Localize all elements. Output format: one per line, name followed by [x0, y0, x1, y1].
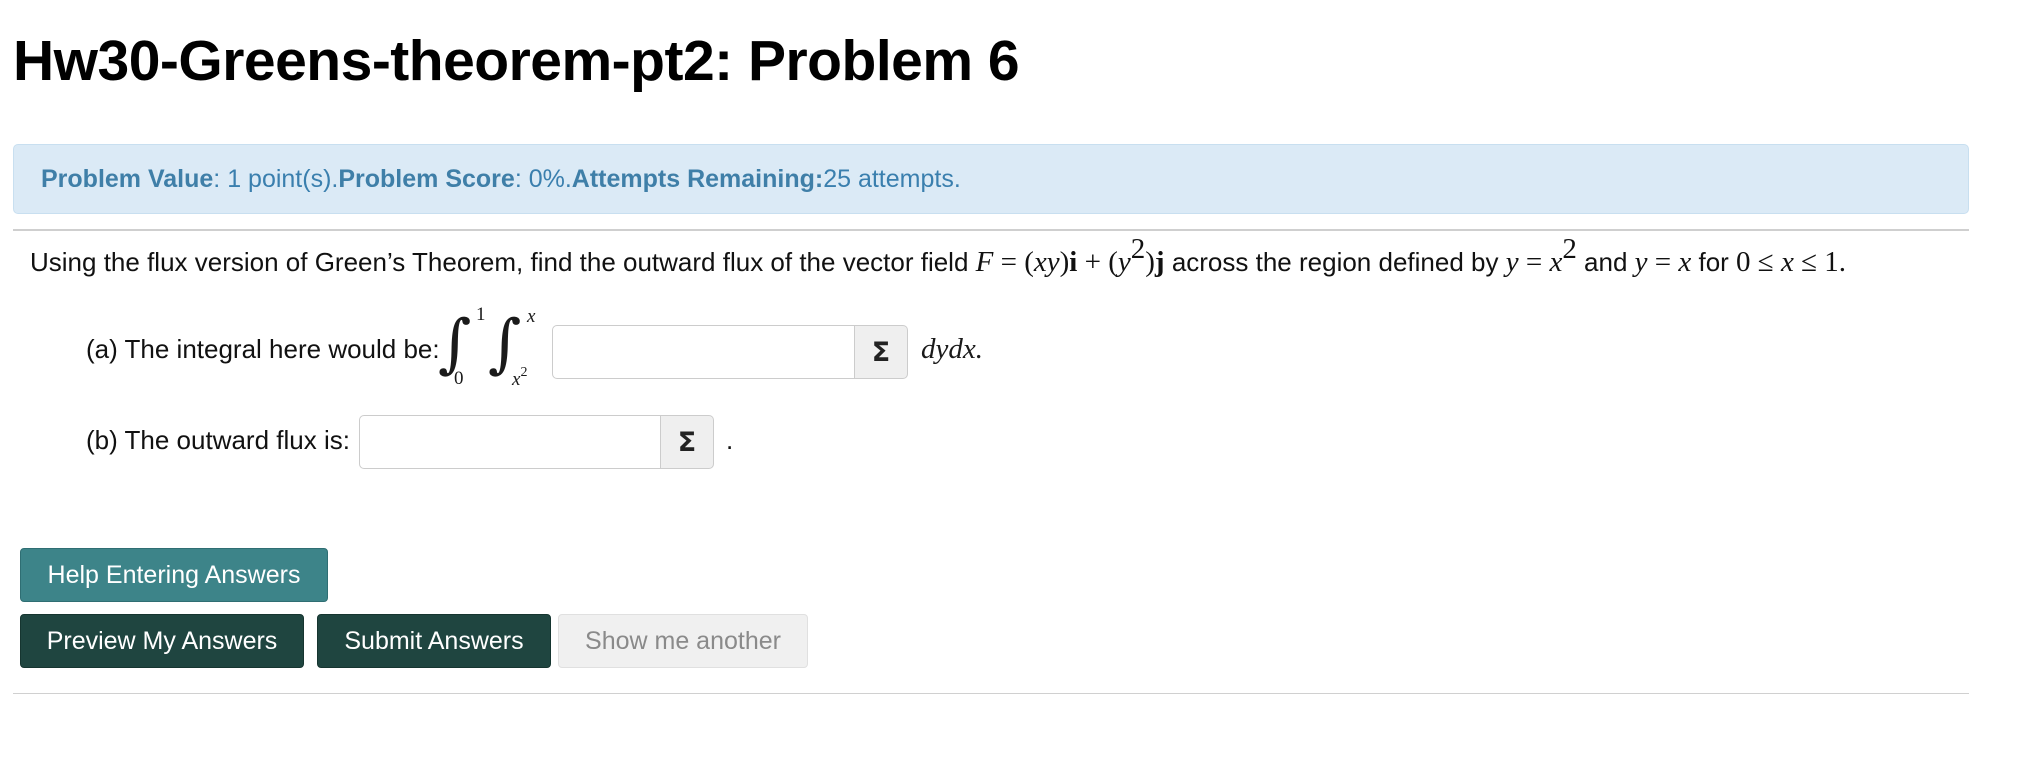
outer-upper-limit: 1: [476, 304, 486, 325]
problem-value-label: Problem Value: [41, 164, 214, 193]
page-title: Hw30-Greens-theorem-pt2: Problem 6: [13, 29, 1020, 93]
outer-integral-sign: ∫: [438, 307, 472, 381]
sigma-icon: Σ: [871, 336, 891, 368]
part-b-label: (b) The outward flux is:: [86, 425, 350, 455]
problem-info-box: Problem Value: 1 point(s). Problem Score…: [13, 144, 1969, 214]
equation-editor-button-b[interactable]: Σ: [661, 415, 714, 469]
show-me-another-button[interactable]: Show me another: [558, 614, 808, 668]
problem-statement: Using the flux version of Green’s Theore…: [30, 233, 1847, 278]
attempts-remaining: 25 attempts.: [823, 164, 961, 193]
preview-answers-button[interactable]: Preview My Answers: [20, 614, 304, 668]
problem-score: : 0%.: [514, 164, 572, 193]
part-a-label: (a) The integral here would be:: [86, 334, 440, 364]
inner-integral-sign: ∫: [488, 307, 522, 381]
part-b-period: .: [726, 425, 734, 455]
problem-value: : 1 point(s).: [213, 164, 339, 193]
help-entering-answers-button[interactable]: Help Entering Answers: [20, 548, 328, 602]
sigma-icon: Σ: [677, 426, 697, 458]
answer-a-input[interactable]: [552, 325, 855, 379]
bottom-divider: [13, 693, 1969, 694]
outer-lower-limit: 0: [454, 368, 464, 389]
submit-answers-button[interactable]: Submit Answers: [317, 614, 551, 668]
problem-score-label: Problem Score: [338, 164, 515, 193]
answer-b-input[interactable]: [359, 415, 661, 469]
attempts-remaining-label: Attempts Remaining:: [571, 164, 824, 193]
inner-upper-limit: x: [527, 306, 536, 327]
inner-lower-limit: x2: [512, 364, 528, 390]
part-a-differential: dydx.: [921, 333, 983, 365]
double-integral: ∫ 1 0 ∫ x x2: [438, 304, 548, 390]
equation-editor-button-a[interactable]: Σ: [855, 325, 908, 379]
top-divider: [13, 229, 1969, 231]
